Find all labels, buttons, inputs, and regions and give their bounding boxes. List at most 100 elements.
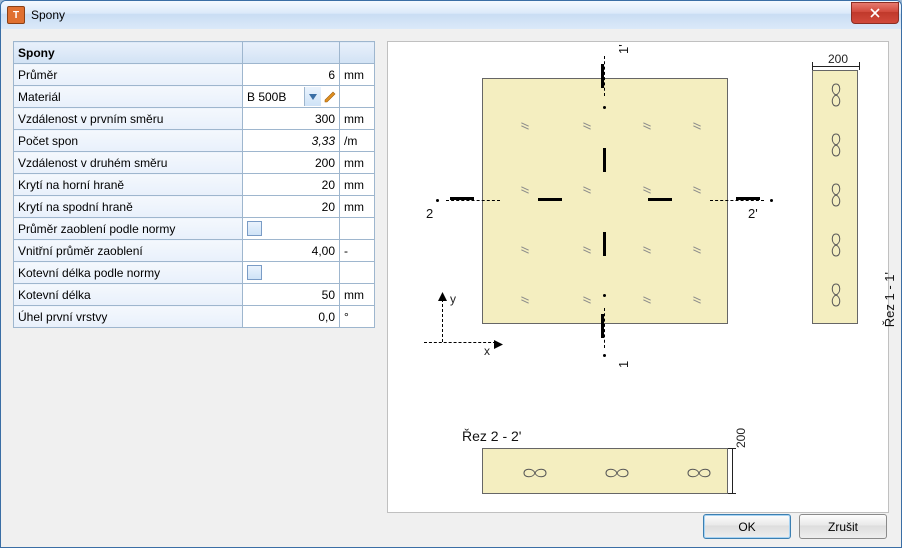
dim-line: [728, 493, 736, 494]
close-icon: [870, 8, 880, 18]
table-row: Vnitřní průměr zaoblení4,00-: [14, 240, 375, 262]
stirrup-icon: [829, 82, 843, 108]
pencil-icon[interactable]: [321, 87, 339, 106]
table-row: Úhel první vrstvy0,0°: [14, 306, 375, 328]
diagram-panel: 1' 1 2 2': [387, 41, 889, 513]
prop-label: Úhel první vrstvy: [14, 306, 243, 328]
section-1-top-dash: [604, 56, 605, 96]
prop-label: Kotevní délka: [14, 284, 243, 306]
prop-value[interactable]: 300: [243, 108, 340, 130]
prop-value[interactable]: 4,00: [243, 240, 340, 262]
table-row: Vzdálenost v druhém směru200mm: [14, 152, 375, 174]
tie-mark: [692, 248, 702, 252]
prop-value[interactable]: 200: [243, 152, 340, 174]
stirrup-icon: [829, 282, 843, 308]
prop-label: Počet spon: [14, 130, 243, 152]
mark-1-prime: 1': [616, 44, 631, 54]
prop-label: Krytí na horní hraně: [14, 174, 243, 196]
prop-unit: mm: [340, 152, 375, 174]
prop-label: Vzdálenost v druhém směru: [14, 152, 243, 174]
table-row: Vzdálenost v prvním směru300mm: [14, 108, 375, 130]
table-row: Průměr6mm: [14, 64, 375, 86]
tie-mark: [582, 248, 592, 252]
prop-value: 3,33: [243, 130, 340, 152]
properties-panel: SponyPrůměr6mmMateriálB 500BVzdálenost v…: [13, 41, 375, 513]
prop-unit: mm: [340, 108, 375, 130]
mark-2-prime: 2': [748, 206, 758, 221]
table-row: Kotevní délka50mm: [14, 284, 375, 306]
prop-unit: mm: [340, 196, 375, 218]
center-tick: [603, 232, 606, 256]
dim-line: [812, 62, 813, 70]
prop-value[interactable]: 20: [243, 196, 340, 218]
tie-mark: [642, 248, 652, 252]
ok-button[interactable]: OK: [703, 514, 791, 539]
x-axis: [424, 342, 496, 343]
prop-value[interactable]: 6: [243, 64, 340, 86]
table-header-blank: [243, 42, 340, 64]
tie-mark: [520, 188, 530, 192]
center-tick: [538, 198, 562, 201]
section-v-label: Řez 1 - 1': [882, 272, 897, 327]
section-1-bottom-tick: [601, 314, 604, 338]
tie-mark: [520, 298, 530, 302]
tie-mark: [520, 248, 530, 252]
plan-view: [482, 78, 728, 324]
stirrup-icon: [522, 466, 548, 480]
close-button[interactable]: [851, 2, 899, 24]
chevron-down-icon[interactable]: [304, 87, 321, 106]
table-row: MateriálB 500B: [14, 86, 375, 108]
prop-value[interactable]: 0,0: [243, 306, 340, 328]
stirrup-icon: [686, 466, 712, 480]
stirrup-icon: [829, 232, 843, 258]
tie-mark: [642, 124, 652, 128]
x-arrow-icon: [494, 338, 503, 352]
y-arrow-icon: [438, 290, 447, 304]
prop-value[interactable]: B 500B: [243, 86, 340, 108]
axis-x-label: x: [484, 344, 490, 358]
table-row: Počet spon3,33/m: [14, 130, 375, 152]
dot: [770, 199, 773, 202]
section-h-label: Řez 2 - 2': [462, 428, 521, 444]
prop-unit: -: [340, 240, 375, 262]
checkbox[interactable]: [247, 265, 262, 280]
prop-label: Materiál: [14, 86, 243, 108]
section-1-top-tick: [601, 64, 604, 88]
prop-value[interactable]: 20: [243, 174, 340, 196]
table-row: Kotevní délka podle normy: [14, 262, 375, 284]
properties-table: SponyPrůměr6mmMateriálB 500BVzdálenost v…: [13, 41, 375, 328]
prop-unit: [340, 262, 375, 284]
section-2-right-dash: [710, 200, 764, 201]
diagram: 1' 1 2 2': [388, 42, 888, 512]
prop-unit: °: [340, 306, 375, 328]
mark-2: 2: [426, 206, 433, 221]
prop-unit: mm: [340, 284, 375, 306]
center-tick: [648, 198, 672, 201]
dim-top: 200: [828, 52, 848, 66]
mark-1: 1: [616, 361, 631, 368]
dialog-window: T Spony SponyPrůměr6mmMateriálB 500BVzdá…: [0, 0, 902, 548]
tie-mark: [582, 188, 592, 192]
table-header-blank: [340, 42, 375, 64]
checkbox[interactable]: [247, 221, 262, 236]
tie-mark: [692, 298, 702, 302]
cancel-button[interactable]: Zrušit: [799, 514, 887, 539]
section-1-bottom-dash: [604, 308, 605, 348]
prop-value[interactable]: [243, 262, 340, 284]
section-2-left-dash: [446, 200, 500, 201]
prop-label: Krytí na spodní hraně: [14, 196, 243, 218]
stirrup-icon: [829, 132, 843, 158]
table-header: Spony: [14, 42, 243, 64]
section-2-left-tick: [450, 197, 474, 200]
prop-unit: [340, 86, 375, 108]
prop-value[interactable]: [243, 218, 340, 240]
section-2-right-tick: [736, 197, 760, 200]
tie-mark: [692, 124, 702, 128]
dot: [603, 106, 606, 109]
table-row: Krytí na horní hraně20mm: [14, 174, 375, 196]
center-tick: [603, 148, 606, 172]
dot: [603, 354, 606, 357]
tie-mark: [582, 298, 592, 302]
prop-value[interactable]: 50: [243, 284, 340, 306]
dot: [603, 294, 606, 297]
